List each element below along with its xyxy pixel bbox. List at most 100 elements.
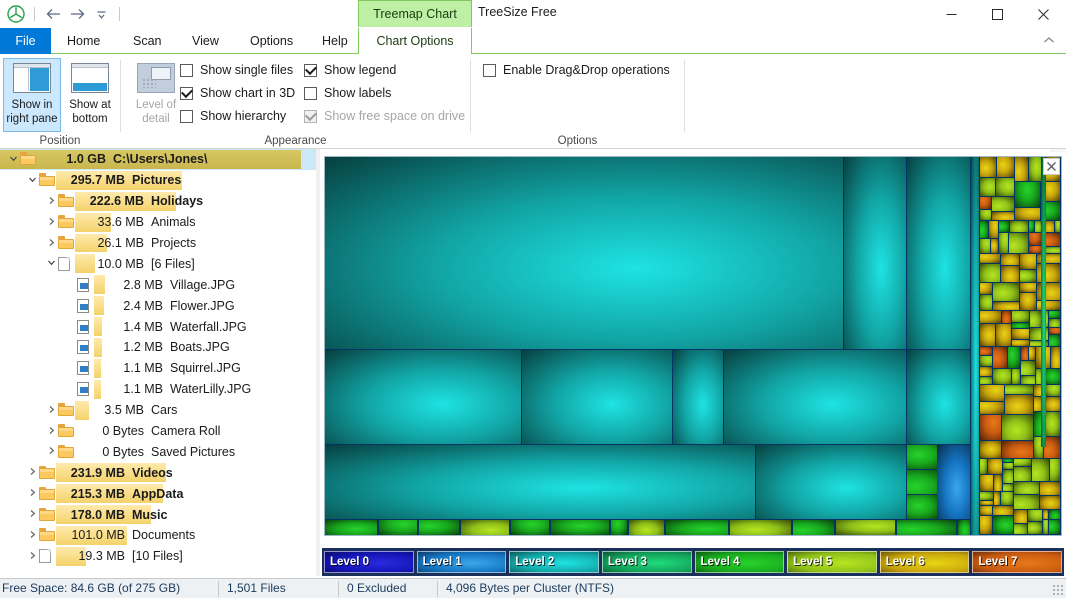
treemap-tile[interactable] <box>994 492 1000 505</box>
treemap-tile[interactable] <box>325 350 521 444</box>
treemap-tile[interactable] <box>325 157 843 349</box>
treemap-tile[interactable] <box>724 350 906 444</box>
tree-row[interactable]: 2.8 MB Village.JPG <box>0 274 316 295</box>
chevron-right-icon[interactable] <box>44 217 58 228</box>
treemap-tile[interactable] <box>993 283 1019 301</box>
close-icon[interactable] <box>1043 158 1060 175</box>
chevron-right-icon[interactable] <box>44 426 58 437</box>
tab-file[interactable]: File <box>0 28 51 54</box>
tree-row[interactable]: 1.1 MB WaterLilly.JPG <box>0 379 316 400</box>
tab-view[interactable]: View <box>180 28 231 54</box>
tab-scan[interactable]: Scan <box>121 28 174 54</box>
show-in-right-pane-button[interactable]: Show in right pane <box>3 58 61 132</box>
treemap-tile[interactable] <box>1055 221 1060 232</box>
tree-row[interactable]: 19.3 MB [10 Files] <box>0 546 316 567</box>
directory-tree[interactable]: 1.0 GB C:\Users\Jones\ 295.7 MB Pictures 222… <box>0 149 316 576</box>
treemap-tile[interactable] <box>1040 482 1060 495</box>
treemap-tile[interactable] <box>1040 496 1060 509</box>
treemap-tile[interactable] <box>994 475 1002 491</box>
treemap-tile[interactable] <box>980 506 992 515</box>
treemap-tile[interactable] <box>1002 311 1011 323</box>
back-arrow-icon[interactable] <box>43 4 63 24</box>
treemap-tile[interactable] <box>980 239 990 253</box>
treemap-tile[interactable] <box>1014 459 1031 466</box>
treemap-tile[interactable] <box>980 492 993 500</box>
treemap-tile[interactable] <box>980 501 993 505</box>
treemap-tile[interactable] <box>980 197 991 209</box>
tab-help[interactable]: Help <box>310 28 360 54</box>
chevron-down-icon[interactable] <box>91 4 111 24</box>
treemap-tile[interactable] <box>1028 522 1042 534</box>
tree-row[interactable]: 2.4 MB Flower.JPG <box>0 295 316 316</box>
treemap-tile[interactable] <box>958 520 970 535</box>
chevron-right-icon[interactable] <box>25 488 39 499</box>
treemap-tile[interactable] <box>325 445 755 519</box>
treemap-tile[interactable] <box>980 459 987 474</box>
tree-row[interactable]: 222.6 MB Holidays <box>0 191 316 212</box>
checkbox-show-legend[interactable]: Show legend <box>304 63 396 77</box>
treemap-tile[interactable] <box>666 520 728 535</box>
treemap-tile[interactable] <box>1041 157 1046 447</box>
treemap-tile[interactable] <box>897 520 956 535</box>
chevron-right-icon[interactable] <box>44 196 58 207</box>
treemap-tile[interactable] <box>1020 293 1036 310</box>
treemap-tile[interactable] <box>1049 520 1060 534</box>
tree-row[interactable]: 1.0 GB C:\Users\Jones\ <box>0 149 316 170</box>
treemap-tile[interactable] <box>522 350 672 444</box>
treemap-tile[interactable] <box>1029 347 1035 360</box>
tree-row[interactable]: 295.7 MB Pictures <box>0 170 316 191</box>
treemap-tile[interactable] <box>1030 311 1041 327</box>
minimize-icon[interactable] <box>928 0 974 28</box>
treemap-tile[interactable] <box>1002 441 1033 458</box>
treemap-tile[interactable] <box>997 157 1014 177</box>
treemap-tile[interactable] <box>1049 328 1060 334</box>
treemap-tile[interactable] <box>379 520 417 535</box>
resize-grip-icon[interactable] <box>1052 584 1064 596</box>
tree-row[interactable]: 3.5 MB Cars <box>0 400 316 421</box>
treemap-tile[interactable] <box>980 415 1001 440</box>
treemap-tile[interactable] <box>756 445 906 519</box>
treemap-tile[interactable] <box>1049 510 1060 519</box>
treemap-tile[interactable] <box>419 520 459 535</box>
chevron-right-icon[interactable] <box>25 467 39 478</box>
treemap-tile[interactable] <box>836 520 895 535</box>
treemap-tile[interactable] <box>1015 182 1040 207</box>
treemap-tile[interactable] <box>1046 412 1060 436</box>
checkbox-show-labels[interactable]: Show labels <box>304 86 391 100</box>
chevron-right-icon[interactable] <box>25 530 39 541</box>
show-at-bottom-button[interactable]: Show at bottom <box>61 58 119 132</box>
treemap-tile[interactable] <box>1012 329 1029 339</box>
treemap-tile[interactable] <box>1005 395 1033 414</box>
tree-row[interactable]: 1.1 MB Squirrel.JPG <box>0 358 316 379</box>
maximize-icon[interactable] <box>974 0 1020 28</box>
treemap-tile[interactable] <box>1001 254 1019 265</box>
treemap-tile[interactable] <box>980 264 1000 282</box>
treemap-tile[interactable] <box>1021 376 1035 384</box>
treemap-tile[interactable] <box>993 369 1011 384</box>
treemap-tile[interactable] <box>730 520 791 535</box>
treemap-tile[interactable] <box>980 311 1001 323</box>
tree-row[interactable]: 215.3 MB AppData <box>0 483 316 504</box>
treemap-tile[interactable] <box>511 520 549 535</box>
treemap-tile[interactable] <box>793 520 834 535</box>
treemap-tile[interactable] <box>980 283 992 294</box>
treemap-tile[interactable] <box>1032 459 1049 481</box>
treemap-tile[interactable] <box>1049 311 1060 318</box>
treemap-tile[interactable] <box>980 441 1001 458</box>
treemap-tile[interactable] <box>1003 484 1013 491</box>
treemap-tile[interactable] <box>980 254 1000 263</box>
treemap-tile[interactable] <box>1012 311 1029 322</box>
treemap-tile[interactable] <box>1028 510 1042 521</box>
treemap-tile[interactable] <box>980 356 992 366</box>
treemap-tile[interactable] <box>1012 369 1020 384</box>
treemap-tile[interactable] <box>1014 467 1031 481</box>
tree-row[interactable]: 0 Bytes Saved Pictures <box>0 441 316 462</box>
tree-row[interactable]: 33.6 MB Animals <box>0 212 316 233</box>
checkbox-show-single-files[interactable]: Show single files <box>180 63 293 77</box>
treemap-tile[interactable] <box>611 520 627 535</box>
treemap-tile[interactable] <box>1020 270 1036 282</box>
treemap-tile[interactable] <box>1002 415 1033 440</box>
treemap-tile[interactable] <box>1043 510 1048 519</box>
tree-row[interactable]: 231.9 MB Videos <box>0 462 316 483</box>
treemap-tile[interactable] <box>971 157 979 535</box>
